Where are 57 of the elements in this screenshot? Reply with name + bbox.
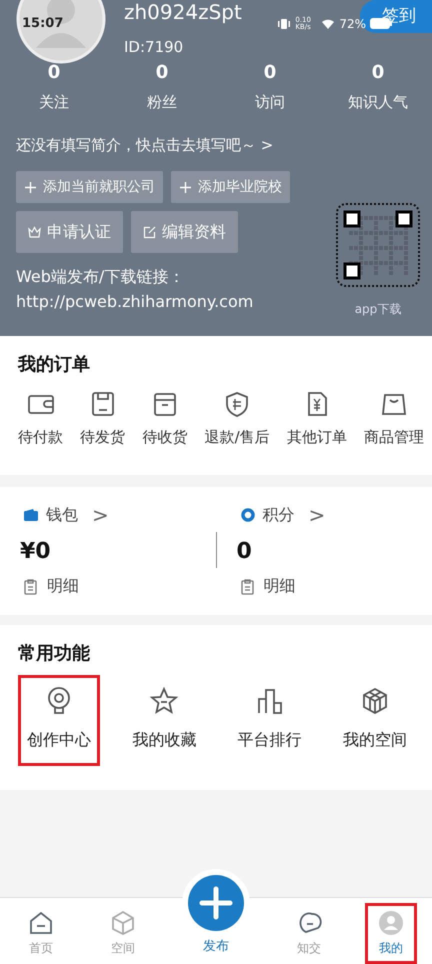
section-title: 我的订单 <box>18 353 91 376</box>
wallet-icon <box>24 509 38 521</box>
profile-action-button[interactable]: 申请认证 <box>16 211 123 253</box>
order-item[interactable]: 待发货 <box>80 390 126 447</box>
qr-caption: app下载 <box>354 301 402 318</box>
section-title: 常用功能 <box>18 642 91 665</box>
bio-prompt[interactable]: 还没有填写简介，快点击去填写吧～ > <box>16 136 416 155</box>
function-item[interactable]: 平台排行 <box>228 675 311 766</box>
stat-value: 0 <box>372 62 384 83</box>
stat-value: 0 <box>156 62 168 83</box>
profile-action-button[interactable]: 添加当前就职公司 <box>16 171 163 203</box>
web-link[interactable]: http://pcweb.zhiharmony.com <box>16 292 336 311</box>
plus-icon <box>179 180 192 194</box>
username: zh0924zSpt <box>124 0 242 24</box>
stat-label[interactable]: 访问 <box>255 93 285 112</box>
clipboard-icon <box>240 578 254 594</box>
tab[interactable]: 我的 <box>365 903 417 964</box>
account-balance: ¥0 <box>20 539 52 564</box>
account-link[interactable]: 积分 > <box>240 503 432 527</box>
publish-tab[interactable]: 发布 <box>179 866 253 958</box>
edit-icon <box>143 226 156 238</box>
order-item[interactable]: 商品管理 <box>364 390 424 447</box>
points-icon <box>240 508 254 522</box>
user-id: ID:7190 <box>124 38 184 56</box>
web-link-label: Web端发布/下载链接： <box>16 267 186 288</box>
order-item[interactable]: 待付款 <box>18 390 63 447</box>
function-item[interactable]: 我的收藏 <box>123 675 206 766</box>
avatar-icon[interactable] <box>16 0 106 64</box>
wifi-icon <box>321 18 336 30</box>
cube-icon <box>110 910 136 936</box>
detail-link[interactable]: 明细 <box>24 576 216 597</box>
account-balance: 0 <box>236 539 253 564</box>
stat-value: 0 <box>48 62 60 83</box>
tab[interactable]: 空间 <box>97 903 149 964</box>
star-icon <box>149 686 180 716</box>
stat-label[interactable]: 知识人气 <box>348 93 408 112</box>
function-item[interactable]: 我的空间 <box>334 675 416 766</box>
vibrate-icon <box>277 18 292 30</box>
home-icon <box>28 910 54 936</box>
stat-label[interactable]: 关注 <box>39 93 69 112</box>
order-item[interactable]: 待收货 <box>142 390 188 447</box>
tab[interactable]: 首页 <box>15 903 67 964</box>
order-item[interactable]: 其他订单 <box>286 390 347 447</box>
profile-action-button[interactable]: 添加毕业院校 <box>171 171 290 203</box>
account-link[interactable]: 钱包 > <box>24 503 216 527</box>
plus-icon <box>24 180 37 194</box>
tab[interactable]: 知交 <box>283 903 335 964</box>
status-time: 15:07 <box>22 16 64 31</box>
avatar-icon <box>378 910 404 936</box>
crown-icon <box>28 226 41 238</box>
function-item[interactable]: 创作中心 <box>18 675 100 766</box>
profile-action-button[interactable]: 编辑资料 <box>131 211 238 253</box>
stat-value: 0 <box>264 62 276 83</box>
stat-label[interactable]: 粉丝 <box>147 93 177 112</box>
detail-link[interactable]: 明细 <box>240 576 432 597</box>
clipboard-icon <box>24 578 37 594</box>
order-item[interactable]: 退款/售后 <box>204 390 270 447</box>
